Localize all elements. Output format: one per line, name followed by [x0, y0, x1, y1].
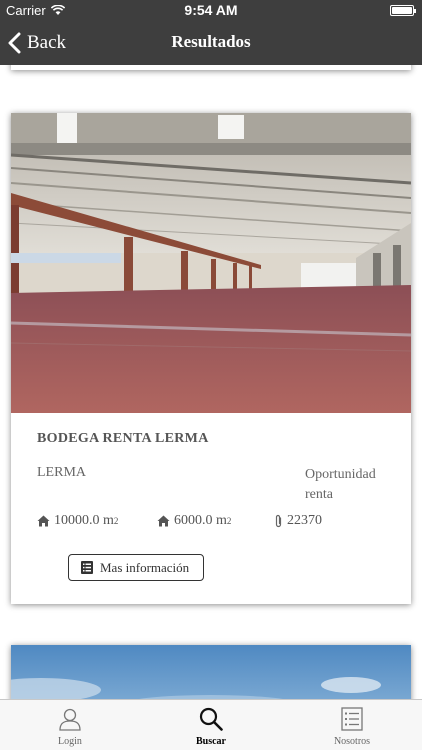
- result-card-previous[interactable]: [11, 65, 411, 70]
- property-id-value: 22370: [287, 513, 322, 528]
- card-body: BODEGA RENTA LERMA LERMA Oportunidad ren…: [11, 413, 411, 604]
- property-photo: [11, 645, 411, 699]
- navigation-bar: Back Resultados: [0, 21, 422, 65]
- more-info-label: Mas información: [100, 559, 190, 575]
- total-area: 10000.0 m2: [37, 513, 118, 529]
- paperclip-icon: [275, 514, 282, 528]
- area-unit-superscript: 2: [113, 516, 119, 526]
- property-photo: [11, 113, 411, 413]
- built-area-value: 6000.0 m: [174, 513, 227, 528]
- list-icon: [81, 561, 93, 574]
- area-unit-superscript: 2: [226, 516, 232, 526]
- results-list[interactable]: BODEGA RENTA LERMA LERMA Oportunidad ren…: [0, 65, 422, 699]
- house-icon: [157, 515, 170, 527]
- list-icon: [341, 707, 363, 731]
- built-area: 6000.0 m2: [157, 513, 231, 529]
- result-card-next[interactable]: [11, 645, 411, 699]
- property-category: Oportunidad renta: [305, 467, 376, 502]
- more-info-button[interactable]: Mas información: [68, 554, 204, 581]
- search-icon: [199, 707, 223, 731]
- tab-nosotros[interactable]: Nosotros: [282, 700, 422, 750]
- status-bar: Carrier 9:54 AM: [0, 0, 422, 21]
- page-title: Resultados: [171, 32, 251, 51]
- result-card[interactable]: BODEGA RENTA LERMA LERMA Oportunidad ren…: [11, 113, 411, 604]
- tab-nosotros-label: Nosotros: [333, 736, 371, 747]
- tab-login[interactable]: Login: [0, 700, 140, 750]
- house-icon: [37, 515, 50, 527]
- tab-buscar[interactable]: Buscar: [141, 700, 281, 750]
- total-area-value: 10000.0 m: [54, 513, 114, 528]
- property-id: 22370: [274, 513, 322, 529]
- tab-buscar-label: Buscar: [196, 736, 226, 747]
- user-icon: [59, 708, 81, 731]
- tab-login-label: Login: [58, 736, 82, 747]
- tab-bar: Login Buscar Nosotros: [0, 699, 422, 750]
- status-time: 9:54 AM: [184, 2, 238, 18]
- battery-icon: [390, 5, 416, 16]
- property-location: LERMA: [37, 465, 86, 480]
- property-title: BODEGA RENTA LERMA: [37, 431, 209, 446]
